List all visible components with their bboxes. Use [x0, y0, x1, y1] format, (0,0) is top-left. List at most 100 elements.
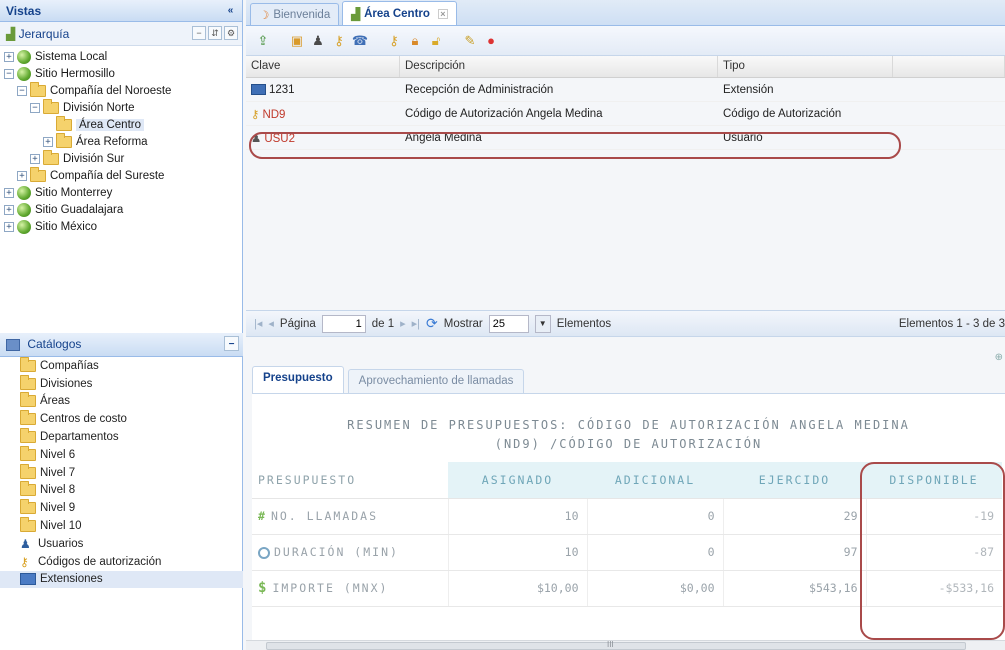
catalog-item[interactable]: Centros de costo [0, 410, 243, 428]
next-page-icon[interactable]: ▸ [400, 317, 406, 330]
collapse-left-button[interactable]: « [223, 3, 238, 18]
tree-node-label: Área Centro [76, 118, 145, 131]
table-row[interactable]: ⚷ ND9 Código de Autorización Angela Medina… [246, 102, 1005, 126]
tree-node[interactable]: − Sitio Hermosillo [0, 65, 242, 82]
lower-panel-tool-icon[interactable]: ⊕ [995, 352, 1003, 363]
expand-icon[interactable]: + [17, 170, 27, 181]
catalog-item[interactable]: Nivel 9 [0, 499, 243, 517]
tree-node[interactable]: + Compañía del Sureste [0, 166, 242, 184]
hierarchy-icon: ▟ [6, 27, 16, 41]
tree-node-label: División Norte [63, 101, 135, 114]
budget-adicional-cell: 0 [586, 534, 723, 571]
expand-icon[interactable]: + [4, 204, 14, 215]
budget-ejercido-cell: $543,16 [722, 570, 866, 607]
tab-bienvenida[interactable]: ☽ Bienvenida [250, 3, 340, 25]
table-row[interactable]: ♟ USU2 Angela Medina Usuario [246, 126, 1005, 150]
chevron-down-icon[interactable]: ▼ [534, 314, 551, 333]
col-clave[interactable]: Clave [246, 56, 400, 77]
tab-area-centro[interactable]: ▟ Área Centro × [342, 1, 457, 25]
tree-node[interactable]: + División Sur [0, 149, 242, 167]
close-tab-icon[interactable]: × [437, 8, 448, 19]
globe-icon [17, 66, 31, 81]
tree-node[interactable]: + Sitio Monterrey [0, 184, 242, 201]
folder-icon [56, 132, 72, 148]
catalog-item[interactable]: ⚷ Códigos de autorización [0, 553, 243, 571]
catalog-item[interactable]: Nivel 8 [0, 481, 243, 500]
tree-node[interactable]: + Sitio Guadalajara [0, 201, 242, 218]
expand-icon[interactable]: + [30, 153, 40, 164]
collapse-icon[interactable]: − [30, 102, 40, 113]
delete-icon[interactable]: ● [482, 32, 500, 50]
catalog-item-label: Códigos de autorización [38, 555, 162, 568]
catalog-item[interactable]: Departamentos [0, 428, 243, 446]
scrollbar-grip: III [607, 640, 614, 649]
catalogos-title: Catálogos [27, 337, 82, 351]
clock-icon [258, 546, 270, 559]
col-tipo[interactable]: Tipo [718, 56, 893, 77]
catalog-item[interactable]: Áreas [0, 392, 243, 411]
collapse-icon[interactable]: − [17, 85, 27, 96]
budget-adicional-cell: $0,00 [586, 570, 723, 607]
tree-node[interactable]: + Sitio México [0, 218, 242, 235]
hierarchy-icon: ▟ [351, 8, 361, 21]
refresh-icon[interactable]: ⟳ [426, 315, 438, 332]
page-size-input[interactable] [488, 314, 529, 333]
export-icon[interactable]: ⇪ [254, 32, 272, 50]
prev-page-icon[interactable]: ◂ [268, 317, 274, 330]
tab-presupuesto[interactable]: Presupuesto [252, 366, 344, 393]
settings-button[interactable]: ⚙ [224, 26, 238, 40]
key-action-icon[interactable]: ⚷ [385, 32, 403, 50]
catalog-item[interactable]: Compañías [0, 356, 243, 375]
budget-title-line2: (ND9) /CÓDIGO DE AUTORIZACIÓN [494, 437, 763, 451]
folder-icon [56, 115, 72, 131]
globe-icon [17, 49, 31, 64]
tree-node[interactable]: Área Centro [0, 115, 242, 133]
tree-node[interactable]: − Compañía del Noroeste [0, 81, 242, 99]
tab-aprovechamiento[interactable]: Aprovechamiento de llamadas [347, 369, 525, 393]
collapse-catalogos-button[interactable]: − [224, 336, 239, 351]
tab-bar: ☽ Bienvenida ▟ Área Centro × [246, 0, 1005, 26]
dollar-icon: $ [258, 580, 269, 596]
edit-icon[interactable]: ✎ [461, 32, 479, 50]
unlock-icon[interactable]: 🔓︎ [427, 32, 445, 50]
table-row[interactable]: 1231 Recepción de Administración Extensión [246, 78, 1005, 102]
add-key-icon[interactable]: ⚷ [330, 32, 348, 50]
tree-node-label: Compañía del Noroeste [50, 84, 172, 97]
catalog-item[interactable]: Nivel 10 [0, 517, 243, 535]
catalog-item[interactable]: Extensiones [0, 570, 243, 589]
catalog-item[interactable]: ♟ Usuarios [0, 535, 243, 553]
col-descripcion[interactable]: Descripción [400, 56, 718, 77]
expand-icon[interactable]: + [43, 136, 53, 147]
scrollbar-thumb[interactable]: III [266, 640, 966, 650]
folder-icon [20, 428, 36, 444]
lower-panel: ⊕ Presupuesto Aprovechamiento de llamada… [246, 337, 1005, 650]
hdr-disponible: DISPONIBLE [866, 462, 1002, 499]
page-input[interactable] [321, 314, 366, 333]
tree-node[interactable]: − División Norte [0, 98, 242, 116]
lock-icon[interactable]: 🔒︎ [406, 32, 424, 50]
catalog-item[interactable]: Divisiones [0, 374, 243, 393]
expand-icon[interactable]: + [4, 187, 14, 198]
jerarquia-header: ▟ Jerarquía − ⇵ ⚙ [0, 22, 242, 46]
expand-icon[interactable]: + [4, 221, 14, 232]
first-page-icon[interactable]: |◂ [254, 317, 262, 330]
sort-button[interactable]: ⇵ [208, 26, 222, 40]
collapse-all-button[interactable]: − [192, 26, 206, 40]
tree-node[interactable]: + Sistema Local [0, 48, 242, 65]
globe-icon [17, 185, 31, 200]
add-extension-icon[interactable]: ▣ [288, 32, 306, 50]
add-user-icon[interactable]: ♟ [309, 32, 327, 50]
expand-icon[interactable]: + [4, 51, 14, 62]
catalog-item-label: Compañías [40, 359, 99, 372]
last-page-icon[interactable]: ▸| [412, 317, 420, 330]
catalog-item[interactable]: Nivel 7 [0, 463, 243, 482]
tree-node-label: División Sur [63, 152, 125, 165]
tree-node[interactable]: + Área Reforma [0, 132, 242, 150]
user-icon: ♟ [20, 536, 31, 551]
add-phone-icon[interactable]: ☎ [351, 32, 369, 50]
horizontal-scrollbar[interactable]: III [246, 640, 1005, 650]
catalog-item-label: Usuarios [38, 537, 84, 550]
catalog-item[interactable]: Nivel 6 [0, 445, 243, 464]
mostrar-label: Mostrar [443, 317, 483, 330]
collapse-icon[interactable]: − [4, 68, 14, 79]
